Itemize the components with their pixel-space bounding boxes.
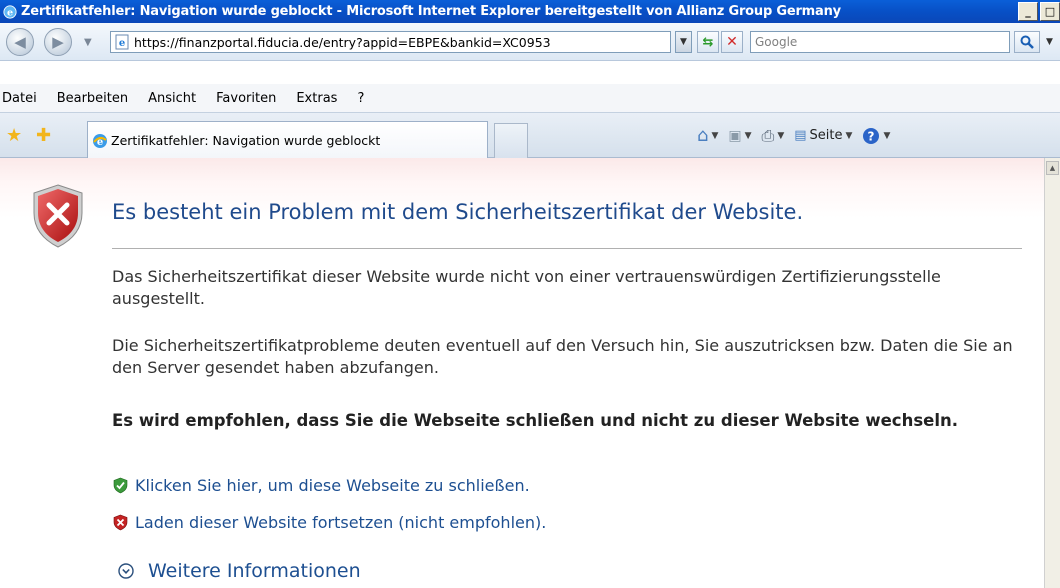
feeds-icon: ▣	[728, 127, 742, 144]
search-placeholder: Google	[755, 35, 798, 49]
menu-datei[interactable]: Datei	[0, 91, 47, 106]
scroll-up-icon[interactable]: ▲	[1046, 161, 1059, 175]
more-info-toggle[interactable]: Weitere Informationen	[118, 560, 361, 582]
help-icon: ?	[863, 127, 880, 144]
close-page-link-label: Klicken Sie hier, um diese Webseite zu s…	[135, 476, 530, 495]
paragraph-untrusted-ca: Das Sicherheitszertifikat dieser Website…	[112, 267, 941, 308]
svg-text:e: e	[119, 38, 125, 49]
minimize-button[interactable]: _	[1018, 2, 1038, 21]
page-icon: ▤	[794, 128, 807, 143]
forward-icon: ▶	[52, 33, 64, 51]
shield-ok-icon	[113, 477, 128, 494]
ie-logo-icon: e	[3, 4, 17, 19]
page-content: Es besteht ein Problem mit dem Sicherhei…	[0, 158, 1044, 588]
shield-error-icon	[33, 184, 83, 248]
search-button[interactable]	[1014, 31, 1040, 53]
tab-label: Zertifikatfehler: Navigation wurde geblo…	[111, 133, 381, 148]
home-dropdown-icon[interactable]: ▼	[711, 131, 718, 141]
paragraph-interception-warning: Die Sicherheitszertifikatprobleme deuten…	[112, 336, 1013, 377]
search-input[interactable]: Google	[750, 31, 1010, 53]
divider	[112, 248, 1022, 249]
stop-button[interactable]: ✕	[721, 31, 743, 53]
vertical-scrollbar[interactable]: ▲	[1044, 158, 1060, 588]
back-button[interactable]: ◀	[6, 28, 34, 56]
help-button[interactable]: ? ▼	[862, 127, 890, 145]
ie-tab-icon: e	[93, 133, 107, 148]
more-info-label: Weitere Informationen	[148, 560, 361, 582]
search-options-dropdown-icon[interactable]: ▼	[1046, 37, 1053, 47]
print-dropdown-icon[interactable]: ▼	[777, 131, 784, 141]
menu-bearbeiten[interactable]: Bearbeiten	[47, 91, 138, 106]
menu-ansicht[interactable]: Ansicht	[138, 91, 206, 106]
refresh-button[interactable]: ⇆	[697, 31, 719, 53]
feeds-dropdown-icon[interactable]: ▼	[745, 131, 752, 141]
new-tab-button[interactable]	[494, 123, 528, 159]
ie-page-icon: e	[115, 34, 129, 50]
tab-toolbar: ★ ✚ e Zertifikatfehler: Navigation wurde…	[0, 112, 1060, 159]
svg-text:e: e	[97, 137, 103, 148]
expand-circle-icon	[118, 563, 134, 579]
continue-website-link[interactable]: Laden dieser Website fortsetzen (nicht e…	[112, 513, 546, 532]
forward-button[interactable]: ▶	[44, 28, 72, 56]
back-icon: ◀	[14, 33, 26, 51]
menu-help[interactable]: ?	[347, 91, 374, 106]
help-dropdown-icon[interactable]: ▼	[883, 131, 890, 141]
window-title: Zertifikatfehler: Navigation wurde geblo…	[21, 4, 841, 19]
close-page-link[interactable]: Klicken Sie hier, um diese Webseite zu s…	[112, 476, 530, 495]
recommendation-text: Es wird empfohlen, dass Sie die Webseite…	[112, 411, 959, 430]
address-url: https://finanzportal.fiducia.de/entry?ap…	[134, 34, 551, 50]
shield-warning-icon	[113, 514, 128, 531]
home-icon: ⌂	[697, 125, 709, 146]
page-headline: Es besteht ein Problem mit dem Sicherhei…	[112, 200, 804, 224]
page-menu-button[interactable]: ▤ Seite ▼	[794, 128, 852, 143]
address-toolbar: ◀ ▶ ▼ e https://finanzportal.fiducia.de/…	[0, 23, 1060, 61]
stop-icon: ✕	[726, 34, 738, 50]
address-dropdown-button[interactable]: ▼	[675, 31, 692, 53]
menu-extras[interactable]: Extras	[286, 91, 347, 106]
tab-active[interactable]: e Zertifikatfehler: Navigation wurde geb…	[87, 121, 488, 159]
page-menu-label: Seite	[809, 128, 843, 143]
restore-button[interactable]: □	[1040, 2, 1060, 21]
svg-text:?: ?	[868, 129, 875, 143]
print-button[interactable]: ⎙ ▼	[762, 126, 785, 146]
menu-bar: Datei Bearbeiten Ansicht Favoriten Extra…	[0, 84, 1060, 112]
window-titlebar: e Zertifikatfehler: Navigation wurde geb…	[0, 0, 1060, 23]
refresh-icon: ⇆	[702, 34, 714, 50]
feeds-button[interactable]: ▣ ▼	[728, 128, 751, 144]
history-dropdown-icon[interactable]: ▼	[84, 37, 92, 48]
print-icon: ⎙	[761, 125, 775, 145]
add-favorites-icon[interactable]: ✚	[36, 125, 51, 146]
command-bar: ⌂ ▼ ▣ ▼ ⎙ ▼ ▤ Seite ▼ ? ▼	[697, 125, 900, 146]
home-button[interactable]: ⌂ ▼	[697, 125, 718, 146]
svg-text:e: e	[7, 7, 13, 18]
menu-favoriten[interactable]: Favoriten	[206, 91, 286, 106]
address-input[interactable]: e https://finanzportal.fiducia.de/entry?…	[110, 31, 671, 53]
search-icon	[1020, 35, 1034, 49]
page-dropdown-icon[interactable]: ▼	[846, 131, 853, 141]
favorites-star-icon[interactable]: ★	[6, 125, 22, 146]
continue-website-link-label: Laden dieser Website fortsetzen (nicht e…	[135, 513, 547, 532]
